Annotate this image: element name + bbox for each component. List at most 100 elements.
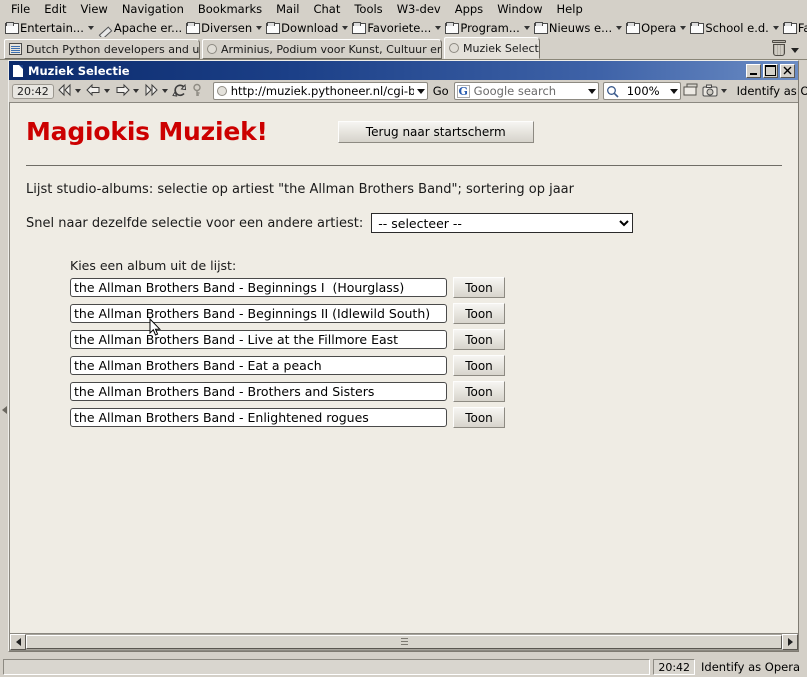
album-input[interactable] [70,408,447,427]
go-button[interactable]: Go [430,84,452,98]
bookmark-favoriete-1[interactable]: Favoriete... [350,19,443,36]
fastforward-icon[interactable] [143,83,160,99]
menu-item-window[interactable]: Window [490,1,549,18]
chevron-down-icon[interactable] [161,89,168,93]
album-row: Toon [70,381,782,402]
album-input[interactable] [70,278,447,297]
chevron-down-icon[interactable] [616,25,623,30]
chevron-down-icon[interactable] [523,25,530,30]
browser-toolbar: 20:42 http://muziek.pythoneer.nl/cgi-bin… [9,80,807,102]
show-album-button[interactable]: Toon [453,355,505,376]
chevron-down-icon[interactable] [772,25,779,30]
back-icon[interactable] [85,83,102,99]
show-album-button[interactable]: Toon [453,277,505,298]
album-list-caption: Kies een album uit de lijst: [70,258,237,273]
bookmark-label: Apache er... [113,20,183,35]
chevron-down-icon[interactable] [791,48,799,53]
bookmark-favoriete-2[interactable]: Favoriete... [781,19,807,36]
close-button[interactable] [780,63,795,78]
tab-dutch-python[interactable]: Dutch Python developers and users [4,39,200,59]
forward-icon[interactable] [114,83,131,99]
scroll-right-button[interactable] [782,634,798,650]
window-title-bar[interactable]: Muziek Selectie [9,61,798,80]
chevron-down-icon[interactable] [87,25,94,30]
chevron-down-icon[interactable] [669,88,678,94]
menu-item-view[interactable]: View [74,1,115,18]
chevron-down-icon[interactable] [342,25,349,30]
home-button[interactable]: Terug naar startscherm [337,121,534,143]
bookmark-download[interactable]: Download [264,19,350,36]
album-input[interactable] [70,330,447,349]
search-placeholder[interactable]: Google search [474,84,585,98]
status-identify[interactable]: Identify as Opera [701,660,804,674]
browser-document-window: Muziek Selectie 20:42 http://muziek.pyth… [8,60,807,652]
chevron-down-icon[interactable] [720,89,727,93]
menu-item-navigation[interactable]: Navigation [115,1,191,18]
album-input[interactable] [70,356,447,375]
identify-as-label[interactable]: Identify as Opera [737,84,807,98]
horizontal-scrollbar[interactable] [10,633,798,650]
menu-item-edit[interactable]: Edit [37,1,73,18]
page-title: Magiokis Muziek! [26,117,268,146]
artist-select[interactable]: -- selecteer -- [371,213,634,233]
scroll-left-button[interactable] [10,634,26,650]
album-input[interactable] [70,304,447,323]
folder-icon [690,22,705,34]
chevron-down-icon[interactable] [587,88,596,94]
bookmark-programma[interactable]: Program... [443,19,532,36]
chevron-down-icon[interactable] [74,89,81,93]
address-bar[interactable] [212,82,428,100]
scroll-thumb[interactable] [26,635,782,649]
tab-muziek-selectie[interactable]: Muziek Selectie [444,37,540,59]
bookmark-apache[interactable]: Apache er... [96,19,184,36]
trash-icon[interactable] [771,40,787,57]
address-input[interactable] [230,84,414,98]
key-icon[interactable] [191,83,208,99]
bookmark-entertain[interactable]: Entertain... [3,19,96,36]
menu-item-chat[interactable]: Chat [306,1,347,18]
reload-icon[interactable] [171,83,189,99]
bookmark-nieuws[interactable]: Nieuws e... [532,19,624,36]
show-album-button[interactable]: Toon [453,381,505,402]
bookmark-diversen[interactable]: Diversen [184,19,264,36]
rewind-icon[interactable] [56,83,73,99]
chevron-down-icon[interactable] [680,25,687,30]
maximize-button[interactable] [763,63,778,78]
album-input[interactable] [70,382,447,401]
chevron-down-icon[interactable] [435,25,442,30]
chevron-down-icon[interactable] [256,25,263,30]
tab-arminius[interactable]: Arminius, Podium voor Kunst, Cultuur en … [202,39,442,59]
trash-body [773,44,785,56]
menu-item-file[interactable]: File [4,1,37,18]
zoom-level: 100% [626,84,660,98]
show-album-button[interactable]: Toon [453,407,505,428]
menu-item-tools[interactable]: Tools [347,1,389,18]
search-bar[interactable]: G Google search [453,82,599,100]
panel-splitter[interactable] [1,380,7,440]
show-album-button[interactable]: Toon [453,329,505,350]
bookmark-label: Opera [641,20,677,35]
show-album-button[interactable]: Toon [453,303,505,324]
divider [26,165,782,166]
tab-bar: Dutch Python developers and users Armini… [0,37,807,60]
panel-icon[interactable] [683,83,700,99]
menu-item-w3dev[interactable]: W3-dev [390,1,448,18]
menu-item-mail[interactable]: Mail [269,1,306,18]
chevron-down-icon[interactable] [103,89,110,93]
bookmark-opera[interactable]: Opera [624,19,688,36]
menu-item-help[interactable]: Help [550,1,590,18]
chevron-down-icon[interactable] [416,88,425,94]
bookmark-school[interactable]: School e.d. [688,19,781,36]
google-icon: G [456,84,470,98]
bookmark-label: Entertain... [20,20,84,35]
menu-item-apps[interactable]: Apps [448,1,490,18]
status-clock: 20:42 [653,658,696,675]
scroll-track[interactable] [26,634,782,650]
chevron-down-icon[interactable] [132,89,139,93]
menu-item-bookmarks[interactable]: Bookmarks [191,1,269,18]
zoom-control[interactable]: 100% [602,82,681,100]
folder-icon [445,22,460,34]
chevron-left-icon[interactable] [1,406,7,414]
camera-icon[interactable] [702,84,719,98]
minimize-button[interactable] [746,63,761,78]
